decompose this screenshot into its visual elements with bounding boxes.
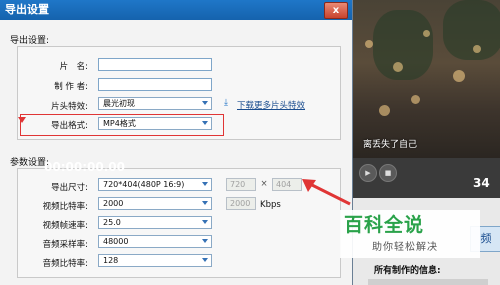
play-button[interactable]: ▶: [359, 164, 377, 182]
format-select[interactable]: MP4格式: [98, 117, 212, 130]
watermark-logo: 百科全说: [344, 214, 425, 236]
audio-sample-value: 48000: [103, 237, 129, 246]
author-input[interactable]: [98, 78, 212, 91]
intro-effect-value: 晨光初现: [103, 99, 135, 108]
size-label: 导出尺寸:: [51, 183, 88, 193]
chevron-down-icon: [202, 239, 208, 243]
timecode-display-secondary: 34: [473, 176, 490, 190]
name-label: 片 名:: [59, 62, 88, 72]
format-label: 导出格式:: [51, 121, 88, 131]
framerate-value: 25.0: [103, 218, 121, 227]
name-input[interactable]: [98, 58, 212, 71]
stop-button[interactable]: ■: [379, 164, 397, 182]
times-icon: ×: [260, 179, 268, 189]
close-button[interactable]: x: [324, 2, 348, 19]
preview-image: [353, 0, 500, 158]
framerate-label: 视频帧速率:: [42, 221, 88, 231]
intro-effect-label: 片头特效:: [51, 102, 88, 112]
download-more-effects-link[interactable]: 下载更多片头特效: [237, 99, 305, 111]
video-bitrate-value: 2000: [103, 199, 124, 208]
chevron-down-icon: [202, 258, 208, 262]
audio-sample-label: 音频采样率:: [42, 240, 88, 250]
height-input[interactable]: 404: [272, 178, 302, 191]
chevron-down-icon: [202, 182, 208, 186]
format-value: MP4格式: [103, 119, 136, 128]
video-bitrate-select[interactable]: 2000: [98, 197, 212, 210]
dialog-title: 导出设置: [5, 3, 49, 16]
export-section-title: 导出设置:: [10, 36, 50, 46]
chevron-down-icon: [202, 121, 208, 125]
video-subtitle: 离丢失了自己: [363, 140, 418, 150]
video-bitrate-label: 视频比特率:: [42, 202, 88, 212]
annotation-arrow-icon: [302, 179, 351, 206]
author-label: 制 作 者:: [54, 82, 88, 92]
framerate-select[interactable]: 25.0: [98, 216, 212, 229]
info-row: [368, 279, 488, 285]
timecode-display: 00:00:00.00: [44, 160, 125, 174]
close-icon: x: [332, 5, 340, 16]
audio-bitrate-select[interactable]: 128: [98, 254, 212, 267]
bitrate-unit: Kbps: [260, 200, 281, 210]
chevron-down-icon: [202, 201, 208, 205]
intro-effect-select[interactable]: 晨光初现: [98, 97, 212, 110]
watermark-tagline: 助你轻松解决: [372, 242, 438, 253]
size-select[interactable]: 720*404(480P 16:9): [98, 178, 212, 191]
width-input[interactable]: 720: [226, 178, 256, 191]
custom-bitrate-input[interactable]: 2000: [226, 197, 256, 210]
audio-sample-select[interactable]: 48000: [98, 235, 212, 248]
chevron-down-icon: [202, 220, 208, 224]
info-label: 所有制作的信息:: [374, 266, 441, 276]
dialog-titlebar: 导出设置 x: [0, 0, 352, 20]
export-settings-dialog: 导出设置 x 导出设置: 片 名: 制 作 者: 片头特效: 晨光初现 ⤓ 下载…: [0, 0, 353, 285]
chevron-down-icon: [202, 101, 208, 105]
size-value: 720*404(480P 16:9): [103, 180, 185, 189]
audio-bitrate-label: 音频比特率:: [42, 259, 88, 269]
audio-bitrate-value: 128: [103, 256, 119, 265]
download-icon: ⤓: [224, 98, 228, 108]
